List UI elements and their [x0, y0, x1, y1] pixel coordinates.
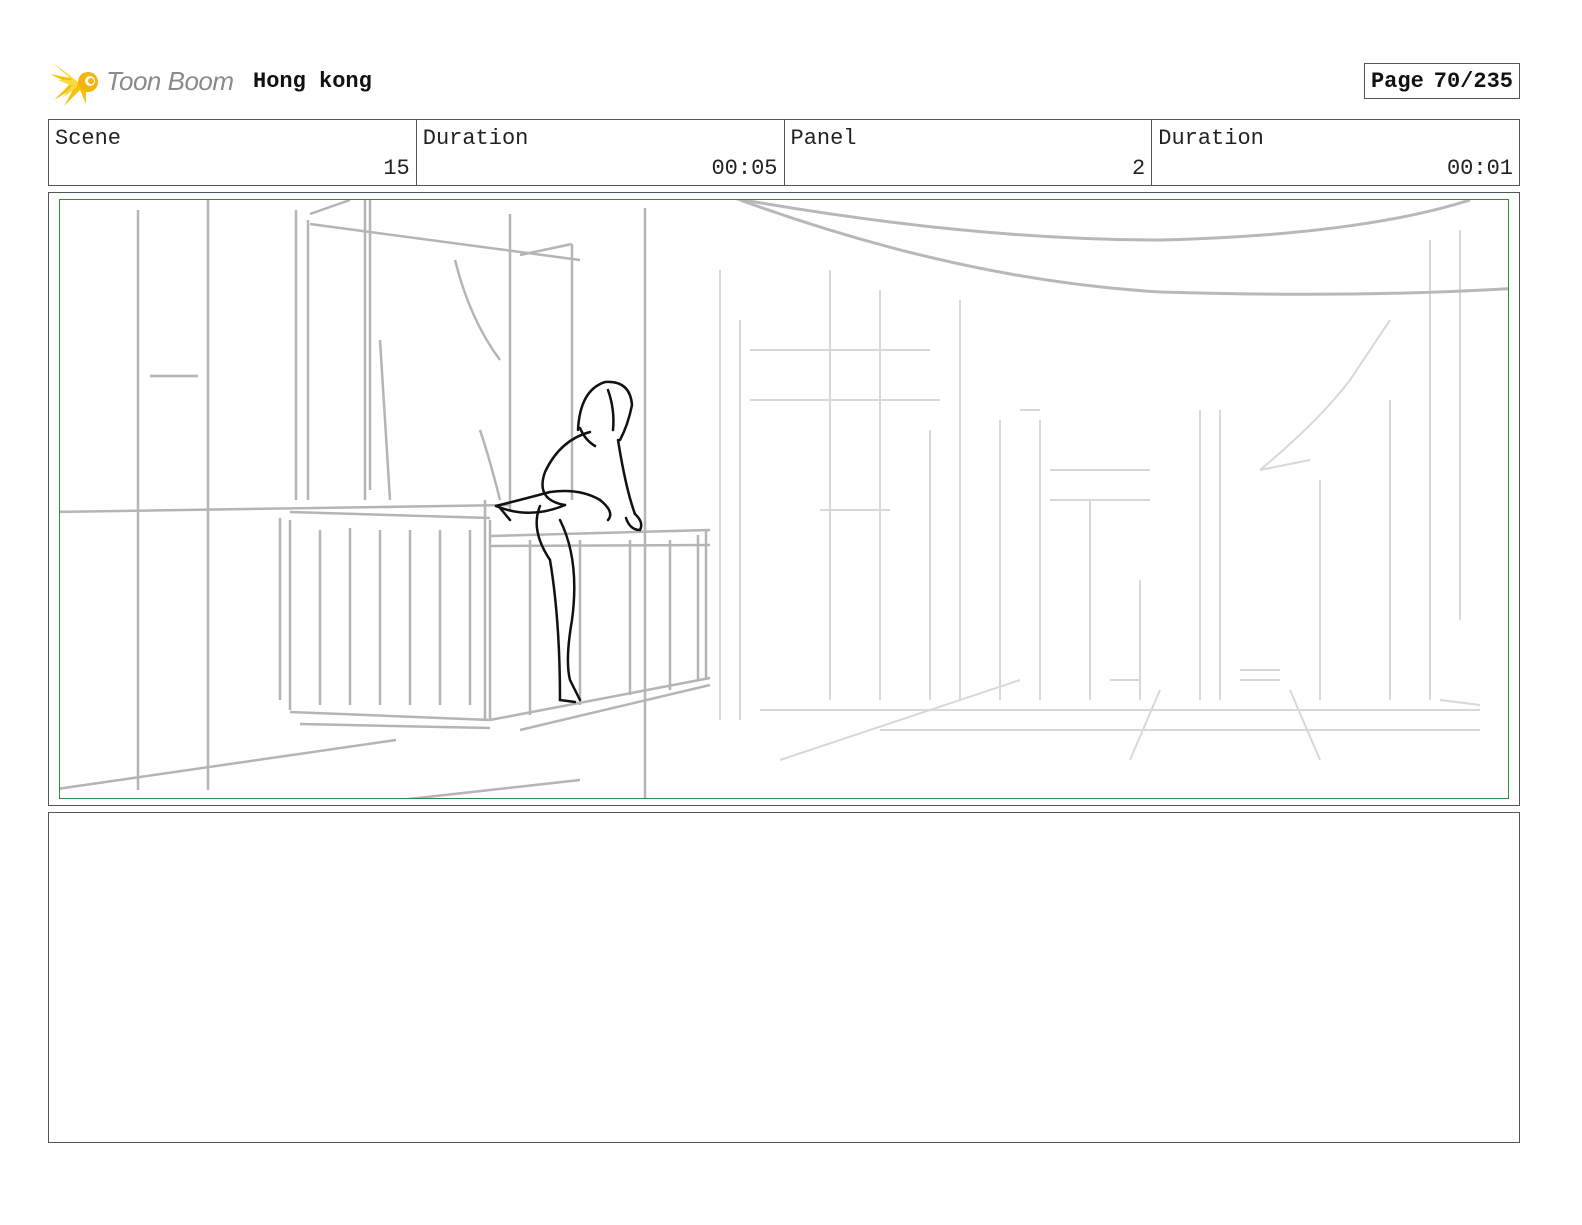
panel-image-frame [48, 192, 1520, 806]
scene-label: Scene [55, 126, 122, 151]
page-indicator: Page 70/235 [1363, 63, 1520, 99]
scene-duration-cell: Duration 00:05 [417, 120, 785, 185]
scene-duration-label: Duration [422, 126, 529, 151]
project-title: Hong kong [253, 69, 372, 94]
panel-duration-value: 00:01 [1446, 156, 1513, 181]
burst-icon [50, 62, 98, 106]
page-number: 70/235 [1433, 68, 1513, 94]
scene-duration-value: 00:05 [711, 156, 778, 181]
panel-info-table: Scene 15 Duration 00:05 Panel 2 Duration… [48, 119, 1520, 186]
panel-cell: Panel 2 [785, 120, 1153, 185]
safe-area-frame [59, 199, 1509, 799]
page-label: Page [1370, 68, 1424, 94]
panel-label: Panel [790, 126, 857, 151]
storyboard-sketch [60, 200, 1508, 798]
scene-cell: Scene 15 [49, 120, 417, 185]
toon-boom-logo: Toon Boom [50, 56, 240, 108]
panel-value: 2 [1132, 156, 1146, 181]
scene-value: 15 [383, 156, 410, 181]
panel-duration-cell: Duration 00:01 [1152, 120, 1519, 185]
panel-duration-label: Duration [1158, 126, 1264, 151]
page-header: Toon Boom Hong kong Page 70/235 [48, 56, 1520, 108]
action-notes-box[interactable] [48, 812, 1520, 1143]
logo-text: Toon Boom [106, 66, 234, 96]
